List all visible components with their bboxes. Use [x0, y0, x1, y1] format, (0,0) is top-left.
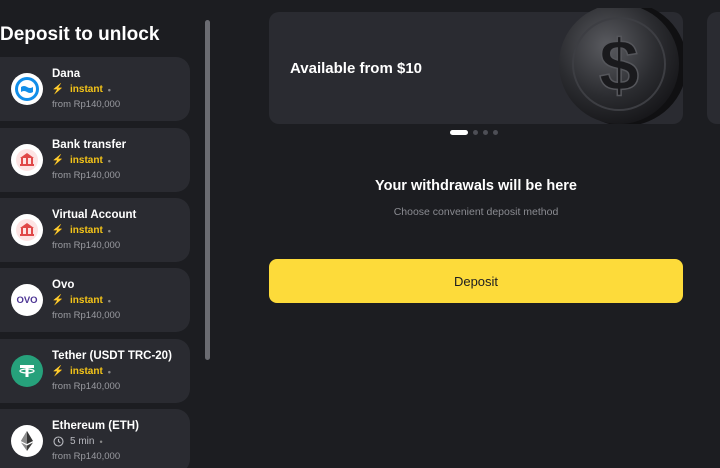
ovo-icon: OVO: [11, 284, 43, 316]
svg-text:$: $: [599, 26, 639, 106]
clock-icon: [52, 436, 64, 447]
empty-state-title: Your withdrawals will be here: [375, 178, 577, 194]
ethereum-icon: [11, 425, 43, 457]
method-speed: ⚡ instant •: [52, 155, 111, 166]
bullet-dot: •: [107, 366, 111, 377]
payment-method-bank-transfer[interactable]: Bank transfer ⚡ instant • from Rp140,000: [0, 128, 190, 192]
method-speed: ⚡ instant •: [52, 225, 111, 236]
next-banner-card[interactable]: [707, 12, 720, 124]
method-speed: 5 min •: [52, 436, 103, 447]
carousel-dot[interactable]: [473, 130, 478, 135]
lightning-icon: ⚡: [51, 295, 65, 306]
method-speed: ⚡ instant •: [52, 84, 111, 95]
lightning-icon: ⚡: [51, 366, 65, 377]
bullet-dot: •: [99, 436, 103, 447]
method-name: Dana: [52, 68, 81, 80]
method-name: Virtual Account: [52, 209, 137, 221]
carousel-dot-active[interactable]: [450, 130, 468, 135]
method-speed-label: instant: [70, 225, 103, 236]
lightning-icon: ⚡: [51, 84, 65, 95]
carousel-dot[interactable]: [493, 130, 498, 135]
bank-icon: [11, 144, 43, 176]
method-name: Bank transfer: [52, 139, 127, 151]
payment-method-ethereum[interactable]: Ethereum (ETH) 5 min • from Rp140,000: [0, 409, 190, 468]
carousel-dot[interactable]: [483, 130, 488, 135]
dollar-coin-icon: $: [555, 2, 687, 129]
bullet-dot: •: [107, 84, 111, 95]
method-speed-label: 5 min: [70, 436, 95, 447]
lightning-icon: ⚡: [51, 225, 65, 236]
method-speed: ⚡ instant •: [52, 366, 111, 377]
bank-icon: [11, 214, 43, 246]
method-min-amount: from Rp140,000: [52, 310, 121, 321]
method-speed-label: instant: [70, 366, 103, 377]
method-speed-label: instant: [70, 84, 103, 95]
sidebar-scrollbar[interactable]: [205, 20, 210, 360]
method-speed-label: instant: [70, 155, 103, 166]
method-min-amount: from Rp140,000: [52, 170, 121, 181]
method-name: Tether (USDT TRC-20): [52, 350, 172, 362]
empty-state-subtitle: Choose convenient deposit method: [393, 206, 559, 218]
bullet-dot: •: [107, 295, 111, 306]
method-min-amount: from Rp140,000: [52, 381, 121, 392]
method-min-amount: from Rp140,000: [52, 99, 121, 110]
deposit-sidebar: Deposit to unlock Dana ⚡ instant • from …: [0, 0, 200, 468]
payment-method-virtual-account[interactable]: Virtual Account ⚡ instant • from Rp140,0…: [0, 198, 190, 262]
banner-text: Available from $10: [290, 60, 423, 77]
payment-method-ovo[interactable]: OVO Ovo ⚡ instant • from Rp140,000: [0, 268, 190, 332]
payment-method-dana[interactable]: Dana ⚡ instant • from Rp140,000: [0, 57, 190, 121]
bullet-dot: •: [107, 225, 111, 236]
method-name: Ethereum (ETH): [52, 420, 139, 432]
ovo-logo-text: OVO: [16, 294, 38, 306]
tether-icon: [11, 355, 43, 387]
method-name: Ovo: [52, 279, 75, 291]
carousel-indicators: [450, 130, 498, 135]
deposit-button[interactable]: Deposit: [269, 259, 683, 303]
method-min-amount: from Rp140,000: [52, 451, 121, 462]
method-min-amount: from Rp140,000: [52, 240, 121, 251]
sidebar-title: Deposit to unlock: [0, 24, 160, 45]
method-speed: ⚡ instant •: [52, 295, 111, 306]
payment-method-tether[interactable]: Tether (USDT TRC-20) ⚡ instant • from Rp…: [0, 339, 190, 403]
lightning-icon: ⚡: [51, 155, 65, 166]
bullet-dot: •: [107, 155, 111, 166]
dana-icon: [11, 73, 43, 105]
method-speed-label: instant: [70, 295, 103, 306]
